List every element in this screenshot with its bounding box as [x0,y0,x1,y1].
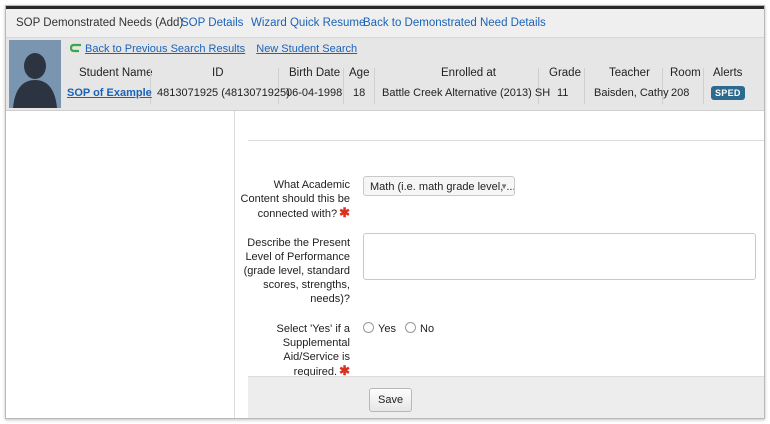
form-footer: Save [248,376,764,418]
section-divider [248,140,764,141]
student-grade: 11 [557,87,569,99]
app-window: SOP Demonstrated Needs (Add) SOP Details… [5,5,765,419]
column-divider [584,68,585,104]
search-nav: Back to Previous Search Results New Stud… [70,40,357,58]
header-student-name: Student Name [79,67,153,79]
save-button[interactable]: Save [369,388,413,412]
header-grade: Grade [549,67,581,79]
no-radio-label[interactable]: No [420,323,434,335]
supplemental-aid-label: Select 'Yes' if a Supplemental Aid/Servi… [276,323,350,378]
header-age: Age [349,67,370,79]
column-divider [703,68,704,104]
header-id: ID [212,67,224,79]
academic-content-label: What Academic Content should this be con… [240,179,350,220]
student-enrolled-at: Battle Creek Alternative (2013) SH [382,87,551,99]
header-birth-date: Birth Date [289,67,341,79]
tab-bar: SOP Demonstrated Needs (Add) SOP Details… [6,9,764,38]
back-arrow-icon [70,43,81,53]
student-room: 208 [671,87,690,99]
column-divider [343,68,344,104]
required-icon: ✱ [339,205,350,220]
tab-back-demonstrated-need[interactable]: Back to Demonstrated Need Details [363,9,546,37]
yes-radio-label[interactable]: Yes [378,323,396,335]
alerts-cell: SPED [711,86,745,100]
left-panel [6,111,235,418]
present-level-label: Describe the Present Level of Performanc… [243,237,350,305]
academic-content-value: Math (i.e. math grade level, ... [370,181,515,193]
student-age: 18 [353,87,366,99]
tab-wizard-quick-resume[interactable]: Wizard Quick Resume [251,9,365,37]
header-room: Room [670,67,701,79]
header-teacher: Teacher [609,67,650,79]
supplemental-aid-radio-group: Yes No [363,322,434,335]
no-radio[interactable] [405,322,417,333]
tab-sop-details[interactable]: SOP Details [181,9,243,37]
student-teacher: Baisden, Cathy [594,87,669,99]
back-to-search-results-link[interactable]: Back to Previous Search Results [85,43,245,55]
academic-content-select[interactable]: Math (i.e. math grade level, ... ▼ [363,176,515,196]
header-alerts: Alerts [713,67,743,79]
header-enrolled-at: Enrolled at [441,67,496,79]
present-level-textarea[interactable] [363,233,756,280]
avatar [9,40,61,108]
student-id: 4813071925 (4813071925) [157,87,290,99]
user-silhouette-icon [9,40,61,108]
sped-alert-badge[interactable]: SPED [711,86,745,100]
page-title: SOP Demonstrated Needs (Add) [16,17,184,29]
yes-radio[interactable] [363,322,374,333]
new-student-search-link[interactable]: New Student Search [256,43,357,55]
column-divider [374,68,375,104]
student-banner: Back to Previous Search Results New Stud… [6,38,764,111]
student-birth-date: 06-04-1998 [286,87,343,99]
student-name-link[interactable]: SOP of Example [67,87,152,99]
dropdown-caret-icon: ▼ [500,182,508,191]
